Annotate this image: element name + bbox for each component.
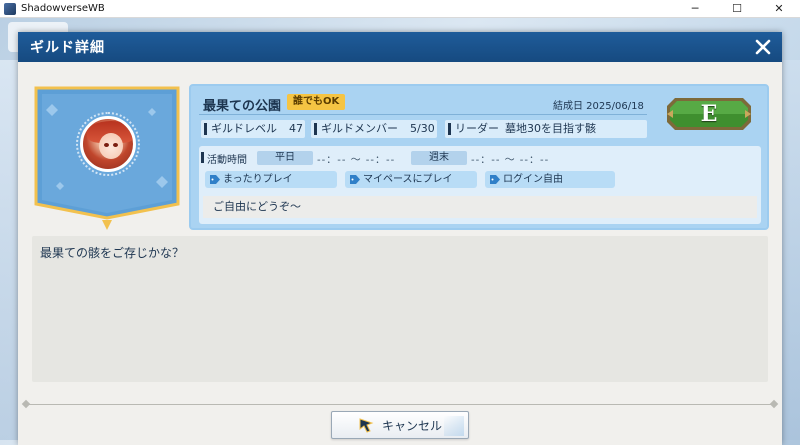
weekend-time: --：-- 〜 --：-- <box>471 155 550 166</box>
guild-leader-label: リーダー <box>455 122 499 135</box>
tag-label: マイペースにプレイ <box>363 174 453 185</box>
tag-item: マイペースにプレイ <box>345 171 477 188</box>
guild-level-label: ギルドレベル <box>211 122 277 135</box>
cancel-button[interactable]: キャンセル <box>331 411 469 439</box>
name-divider <box>199 114 647 115</box>
close-icon <box>755 39 771 55</box>
cancel-label: キャンセル <box>381 418 442 433</box>
guild-detail-dialog: ギルド詳細 最果ての公園 誰でもOK 結成日 2025/06/18 ギルドレベル… <box>18 32 782 445</box>
guild-level-stat: ギルドレベル 47 <box>201 120 305 138</box>
tag-label: ログイン自由 <box>503 174 563 185</box>
background-right-column <box>782 60 800 440</box>
guild-rank-plate: E <box>665 96 753 132</box>
avatar-face <box>99 133 123 159</box>
footer-divider <box>26 404 774 405</box>
guild-description: 最果ての骸をご存じかな？ <box>40 246 185 260</box>
guild-leader-value: 墓地30を目指す骸 <box>505 122 596 135</box>
weekend-chip: 週末 <box>411 151 467 165</box>
guild-members-value: 5/30 <box>410 122 435 135</box>
app-icon <box>4 2 16 15</box>
guild-description-box: 最果ての骸をご存じかな？ <box>32 236 768 382</box>
avatar-eye <box>104 143 109 147</box>
join-policy-badge: 誰でもOK <box>287 94 346 110</box>
window-controls: ─ ☐ ✕ <box>674 0 800 18</box>
tag-icon <box>210 175 220 184</box>
avatar-eye <box>113 143 118 147</box>
weekday-chip: 平日 <box>257 151 313 165</box>
minimize-button[interactable]: ─ <box>674 0 716 18</box>
guild-banner <box>32 86 182 232</box>
guild-level-value: 47 <box>289 122 303 135</box>
back-arrow-icon <box>359 418 374 433</box>
guild-members-label: ギルドメンバー <box>321 122 398 135</box>
activity-label: 活動時間 <box>201 151 247 166</box>
guild-members-stat: ギルドメンバー 5/30 <box>311 120 437 138</box>
dialog-title: ギルド詳細 <box>30 40 105 56</box>
tag-item: まったりプレイ <box>205 171 337 188</box>
guild-comment: ご自由にどうぞ〜 <box>203 196 757 218</box>
dialog-close-button[interactable] <box>752 36 774 58</box>
guild-name: 最果ての公園 <box>203 99 282 114</box>
window-title: ShadowverseWB <box>21 3 105 14</box>
tag-item: ログイン自由 <box>485 171 615 188</box>
button-decoration <box>444 416 464 436</box>
tag-label: まったりプレイ <box>223 174 293 185</box>
tag-icon <box>350 175 360 184</box>
guild-leader-stat: リーダー 墓地30を目指す骸 <box>445 120 647 138</box>
guild-info-panel: 最果ての公園 誰でもOK 結成日 2025/06/18 ギルドレベル 47 ギルド… <box>189 84 769 230</box>
weekday-time: --：-- 〜 --：-- <box>317 155 396 166</box>
window-close-button[interactable]: ✕ <box>758 0 800 18</box>
guild-avatar <box>80 116 136 172</box>
divider-ornament <box>769 399 779 409</box>
guild-rank: E <box>700 101 718 127</box>
tag-icon <box>490 175 500 184</box>
activity-area: 活動時間 平日 --：-- 〜 --：-- 週末 --：-- 〜 --：-- ま… <box>199 146 761 224</box>
dialog-header: ギルド詳細 <box>18 32 782 62</box>
founded-date: 結成日 2025/06/18 <box>553 101 644 112</box>
maximize-button[interactable]: ☐ <box>716 0 758 18</box>
window-titlebar: ShadowverseWB ─ ☐ ✕ <box>0 0 800 18</box>
